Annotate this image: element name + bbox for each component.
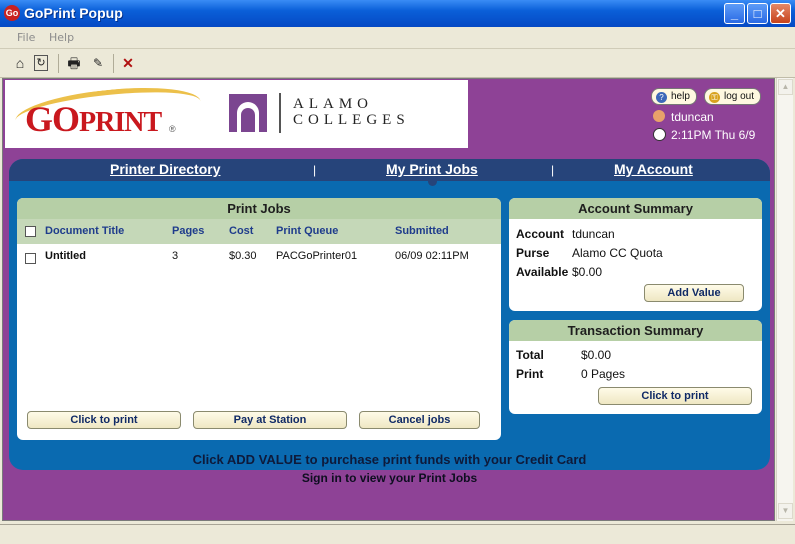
row-document: Untitled <box>45 250 86 262</box>
nav-separator: | <box>313 163 317 177</box>
toolbar-divider <box>113 54 114 73</box>
help-button[interactable]: ? help <box>651 88 697 105</box>
active-tab-indicator <box>428 177 437 186</box>
col-document-title: Document Title <box>45 225 125 237</box>
main-panel: Printer Directory | My Print Jobs | My A… <box>9 159 770 470</box>
user-info: tduncan <box>653 110 714 124</box>
transaction-summary-card: Transaction Summary Total $0.00 Print 0 … <box>509 320 762 414</box>
close-window-button[interactable]: ✕ <box>770 3 791 24</box>
nav-my-account[interactable]: My Account <box>614 161 693 177</box>
menu-bar: File Help <box>0 27 795 49</box>
logout-button[interactable]: ⚿ log out <box>704 88 762 105</box>
menu-help[interactable]: Help <box>49 31 74 44</box>
transaction-summary-title: Transaction Summary <box>509 320 762 341</box>
account-summary-title: Account Summary <box>509 198 762 219</box>
toolbar-divider <box>58 54 59 73</box>
print-jobs-title: Print Jobs <box>17 198 501 219</box>
account-value: tduncan <box>572 227 615 241</box>
account-label: Account <box>516 227 564 241</box>
window-titlebar[interactable]: Go GoPrint Popup _ □ ✕ <box>0 0 795 27</box>
logo-divider <box>279 93 281 133</box>
alamo-colleges-logo-icon <box>229 94 267 132</box>
time-info: 2:11PM Thu 6/9 <box>653 128 755 142</box>
col-submitted: Submitted <box>395 225 449 237</box>
print-jobs-card: Print Jobs Document Title Pages Cost Pri… <box>17 198 501 440</box>
select-all-checkbox[interactable] <box>25 226 36 237</box>
print-icon[interactable]: 🖶 <box>65 54 83 72</box>
clock-icon <box>653 128 666 141</box>
toolbar: ⌂ ↻ 🖶 ✎ ✕ <box>0 49 795 78</box>
print-value: 0 Pages <box>581 367 626 381</box>
home-icon[interactable]: ⌂ <box>11 54 29 72</box>
sign-in-message: Sign in to view your Print Jobs <box>301 471 478 485</box>
maximize-button[interactable]: □ <box>747 3 768 24</box>
add-value-button[interactable]: Add Value <box>644 284 744 302</box>
edit-icon[interactable]: ✎ <box>89 54 107 72</box>
nav-bar: Printer Directory | My Print Jobs | My A… <box>9 159 770 181</box>
row-pages: 3 <box>172 250 179 262</box>
col-pages: Pages <box>172 225 205 237</box>
nav-my-print-jobs[interactable]: My Print Jobs <box>386 161 478 177</box>
nav-printer-directory[interactable]: Printer Directory <box>110 161 220 177</box>
scroll-up-arrow-icon[interactable]: ▲ <box>778 79 793 95</box>
goprint-logo: GOPRINT <box>25 99 162 139</box>
total-value: $0.00 <box>581 348 612 362</box>
purchase-funds-message: Click ADD VALUE to purchase print funds … <box>192 452 587 467</box>
account-summary-card: Account Summary Account tduncan Purse Al… <box>509 198 762 311</box>
col-cost: Cost <box>229 225 254 237</box>
transaction-click-to-print-button[interactable]: Click to print <box>598 387 752 405</box>
row-queue: PACGoPrinter01 <box>276 250 358 262</box>
header-logos: GOPRINT ® ALAMO COLLEGES <box>5 80 468 148</box>
available-value: $0.00 <box>572 265 603 279</box>
click-to-print-button[interactable]: Click to print <box>27 411 181 429</box>
cancel-jobs-button[interactable]: Cancel jobs <box>359 411 480 429</box>
row-cost: $0.30 <box>229 250 257 262</box>
window-title: GoPrint Popup <box>24 5 123 21</box>
purse-value: Alamo CC Quota <box>572 246 663 260</box>
pay-at-station-button[interactable]: Pay at Station <box>193 411 347 429</box>
row-submitted: 06/09 02:11PM <box>395 250 469 262</box>
purse-label: Purse <box>516 246 550 260</box>
registered-mark: ® <box>169 124 176 134</box>
goprint-content: GOPRINT ® ALAMO COLLEGES ? help ⚿ log out … <box>2 78 775 521</box>
close-x-icon[interactable]: ✕ <box>119 54 137 72</box>
row-checkbox[interactable] <box>25 253 36 264</box>
minimize-button[interactable]: _ <box>724 3 745 24</box>
refresh-icon[interactable]: ↻ <box>34 55 48 71</box>
goprint-app-icon: Go <box>4 5 20 21</box>
print-label: Print <box>516 367 544 381</box>
vertical-scrollbar[interactable]: ▲ ▼ <box>776 78 793 521</box>
user-icon <box>653 110 665 122</box>
current-time: 2:11PM Thu 6/9 <box>671 128 756 142</box>
status-bar <box>0 524 795 544</box>
alamo-colleges-wordmark: ALAMO COLLEGES <box>293 96 410 128</box>
key-icon: ⚿ <box>709 92 720 103</box>
print-jobs-header-row: Document Title Pages Cost Print Queue Su… <box>17 219 501 244</box>
available-label: Available <box>516 265 569 279</box>
username: tduncan <box>671 110 714 124</box>
help-icon: ? <box>656 92 667 103</box>
nav-separator: | <box>551 163 555 177</box>
col-print-queue: Print Queue <box>276 225 339 237</box>
scroll-down-arrow-icon[interactable]: ▼ <box>778 503 793 519</box>
total-label: Total <box>516 348 544 362</box>
menu-file[interactable]: File <box>17 31 35 44</box>
